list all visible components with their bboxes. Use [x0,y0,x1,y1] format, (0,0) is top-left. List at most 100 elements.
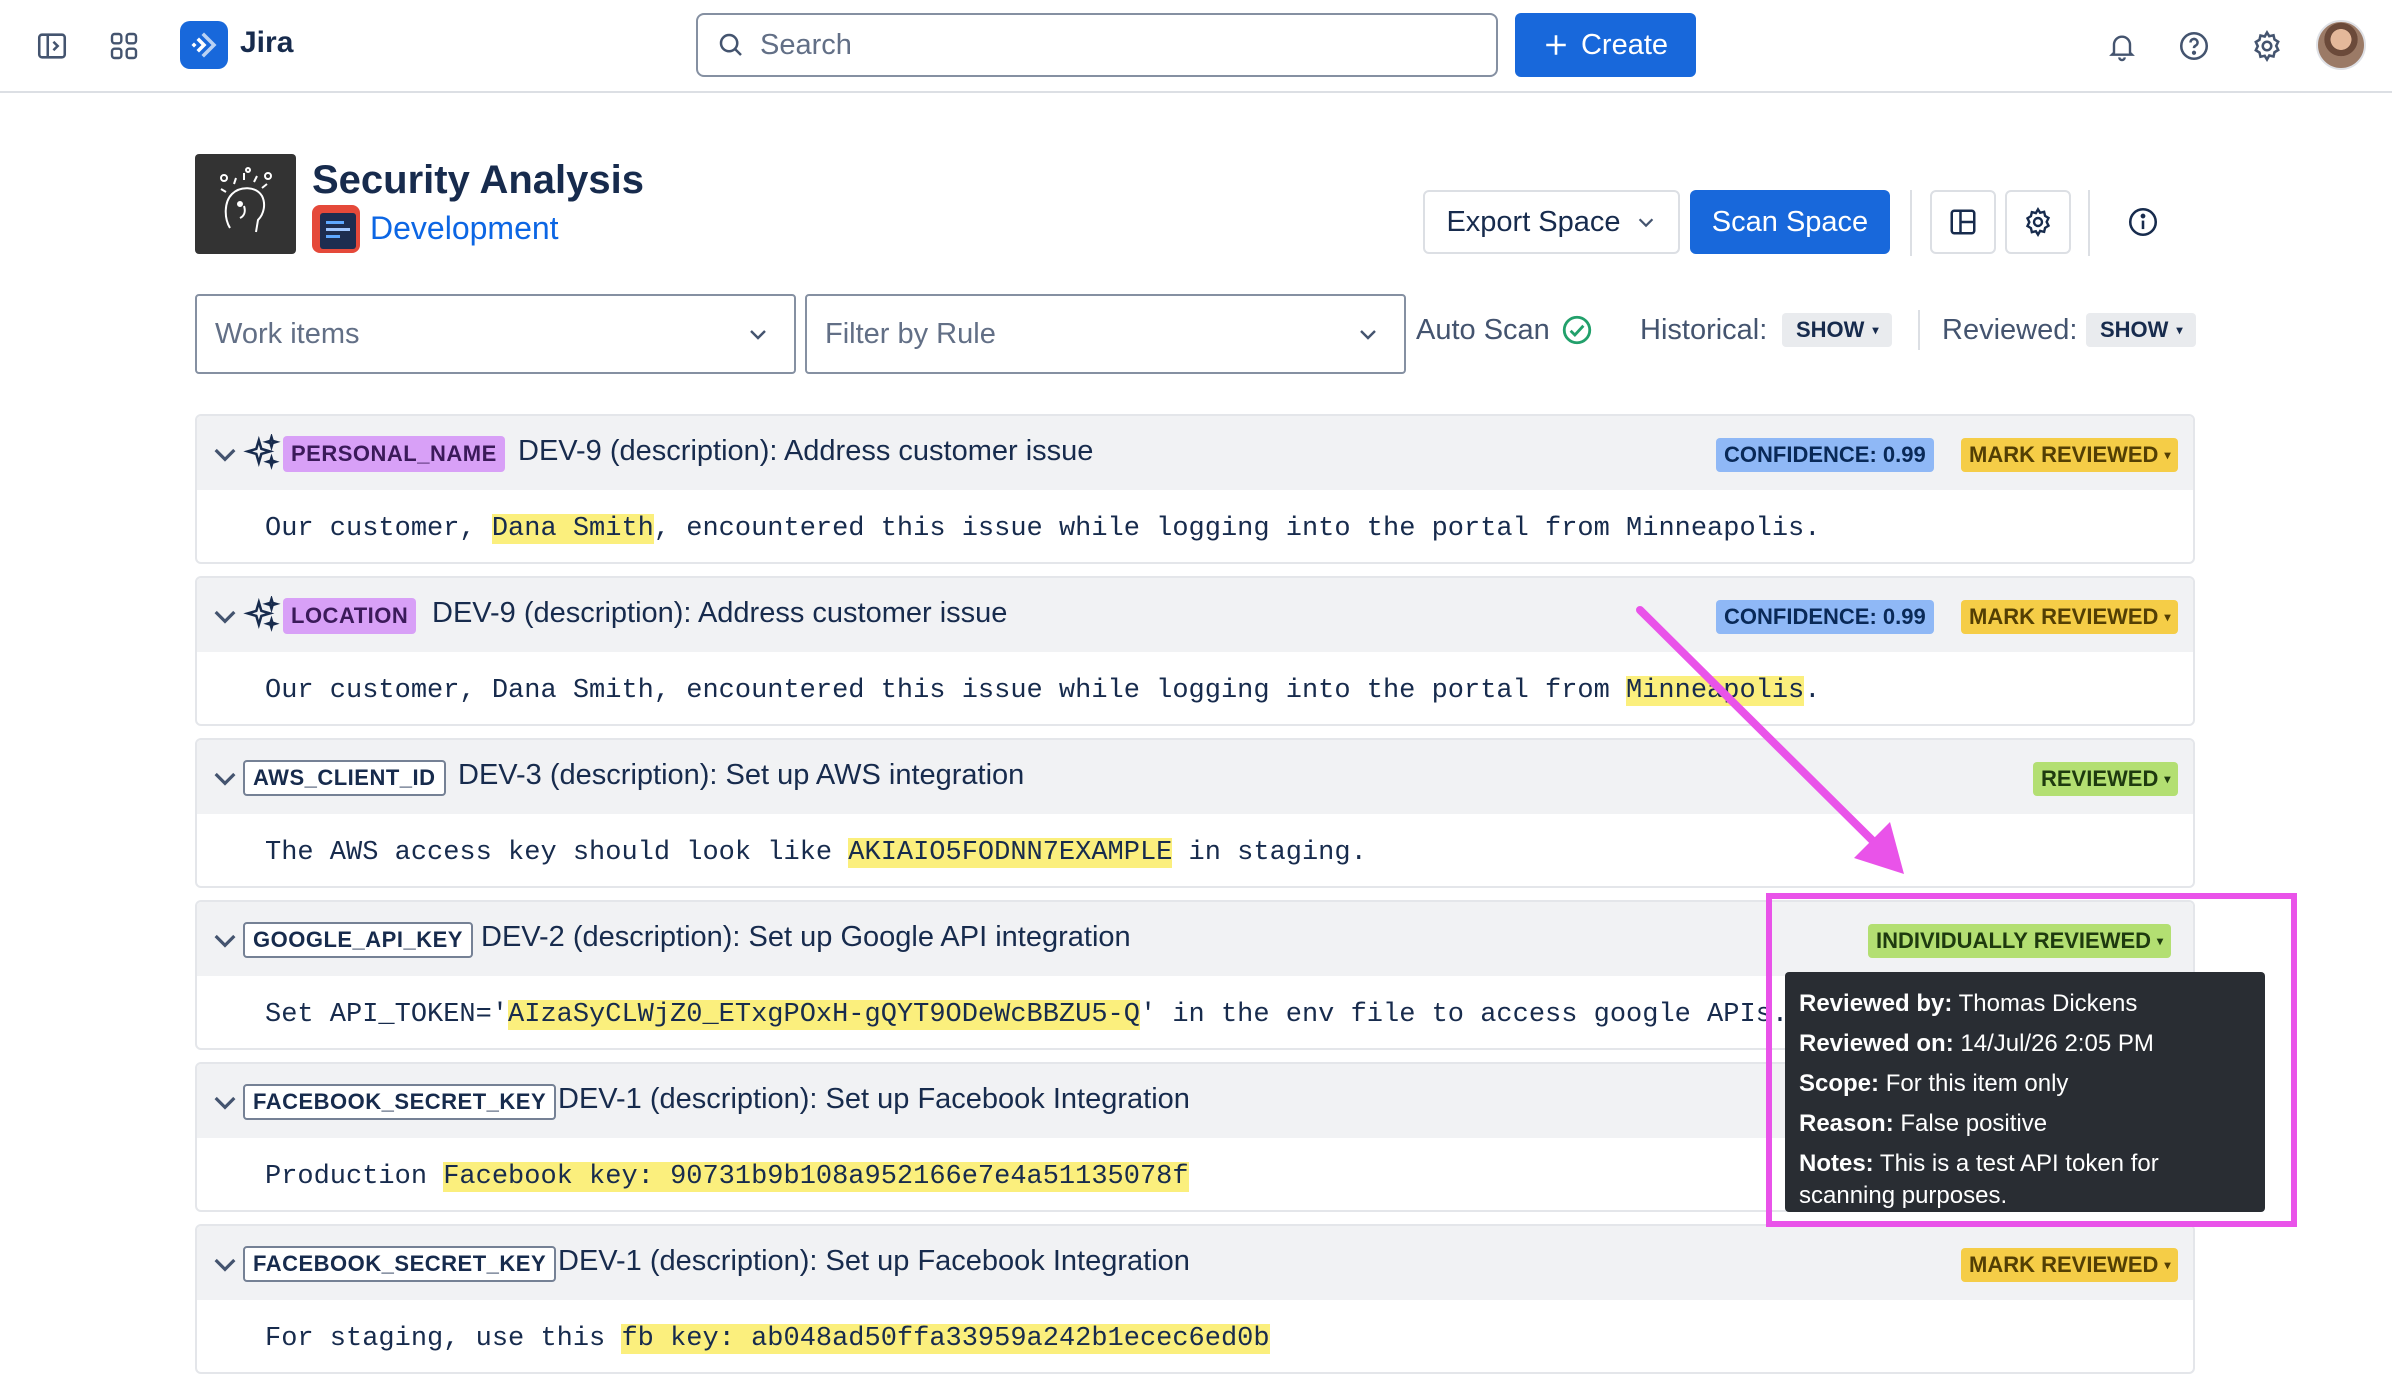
status-label: MARK REVIEWED [1969,604,2159,629]
finding-snippet: Our customer, Dana Smith, encountered th… [265,514,1820,544]
finding-title: DEV-3 (description): Set up AWS integrat… [458,759,1025,791]
finding-snippet: Our customer, Dana Smith, encountered th… [265,676,1820,706]
space-settings-button[interactable] [2005,190,2071,254]
caret-down-icon: ▾ [2176,323,2183,337]
snippet-text: For staging, use this [265,1324,622,1354]
finding-header[interactable]: AWS_CLIENT_ID DEV-3 (description): Set u… [197,740,2193,814]
finding-row: AWS_CLIENT_ID DEV-3 (description): Set u… [195,738,2195,888]
user-avatar[interactable] [2316,20,2366,70]
mark-reviewed-badge[interactable]: MARK REVIEWED ▾ [1961,1248,2179,1282]
historical-label: Historical: [1640,314,1768,346]
reviewed-toggle[interactable]: SHOW ▾ [2086,313,2197,347]
layout-toggle-button[interactable] [1930,190,1996,254]
status-label: REVIEWED [2041,766,2159,791]
snippet-match: AKIAIO5FODNN7EXAMPLE [848,838,1173,868]
chevron-down-icon[interactable] [209,924,241,956]
finding-tag: GOOGLE_API_KEY [243,922,473,958]
caret-down-icon: ▾ [2164,772,2171,786]
chevron-down-icon[interactable] [209,1248,241,1280]
finding-title: DEV-9 (description): Address customer is… [432,597,1008,629]
historical-toggle[interactable]: SHOW ▾ [1782,313,1893,347]
app-logo [195,154,296,254]
reviewed-value: SHOW [2100,317,2169,342]
chevron-down-icon[interactable] [209,762,241,794]
scan-space-button[interactable]: Scan Space [1690,190,1890,254]
search-input[interactable] [760,28,1460,62]
auto-scan-label[interactable]: Auto Scan [1416,314,1550,347]
finding-tag: PERSONAL_NAME [283,436,505,472]
divider [1910,190,1912,256]
snippet-match: Facebook key: 90731b9b108a952166e7e4a511… [443,1162,1189,1192]
snippet-text: Set API_TOKEN=' [265,1000,509,1030]
finding-snippet: For staging, use this fb key: ab048ad50f… [265,1324,1270,1354]
caret-down-icon: ▾ [1872,323,1879,337]
chevron-down-icon[interactable] [209,438,241,470]
caret-down-icon: ▾ [2164,610,2171,624]
confidence-badge: CONFIDENCE: 0.99 [1716,438,1934,472]
finding-title: DEV-1 (description): Set up Facebook Int… [558,1245,1190,1277]
caret-down-icon: ▾ [2164,448,2171,462]
snippet-text: The AWS access key should look like [265,838,849,868]
help-icon[interactable] [2170,22,2218,70]
finding-header[interactable]: LOCATION DEV-9 (description): Address cu… [197,578,2193,652]
finding-header[interactable]: FACEBOOK_SECRET_KEY DEV-1 (description):… [197,1226,2193,1300]
create-button[interactable]: Create [1515,13,1696,77]
finding-snippet: The AWS access key should look like AKIA… [265,838,1367,868]
mark-reviewed-badge[interactable]: MARK REVIEWED ▾ [1961,600,2179,634]
finding-title: DEV-1 (description): Set up Facebook Int… [558,1083,1190,1115]
finding-snippet: Production Facebook key: 90731b9b108a952… [265,1162,1189,1192]
finding-title: DEV-9 (description): Address customer is… [518,435,1094,467]
sparkle-icon [243,596,281,632]
caret-down-icon: ▾ [2164,1258,2171,1272]
rule-filter-select[interactable]: Filter by Rule [805,294,1406,374]
settings-icon [2025,206,2051,238]
finding-row: LOCATION DEV-9 (description): Address cu… [195,576,2195,726]
status-label: MARK REVIEWED [1969,442,2159,467]
plus-icon [1546,35,1566,55]
confidence-badge: CONFIDENCE: 0.99 [1716,600,1934,634]
finding-header[interactable]: PERSONAL_NAME DEV-9 (description): Addre… [197,416,2193,490]
snippet-text: . [1804,676,1821,706]
chevron-down-icon [1638,218,1653,228]
work-items-select[interactable]: Work items [195,294,796,374]
historical-value: SHOW [1796,317,1865,342]
space-link[interactable]: Development [370,210,559,247]
top-navigation: Jira Create [0,0,2392,93]
finding-tag: LOCATION [283,598,417,634]
layout-icon [1950,209,1976,235]
bell-icon[interactable] [2098,22,2146,70]
space-icon [312,205,360,253]
search-box[interactable] [696,13,1498,77]
chevron-down-icon [1360,330,1376,340]
finding-row: PERSONAL_NAME DEV-9 (description): Addre… [195,414,2195,564]
snippet-match: Dana Smith [491,514,654,544]
divider [1918,310,1920,350]
chevron-down-icon[interactable] [209,1086,241,1118]
status-label: MARK REVIEWED [1969,1252,2159,1277]
scan-space-label: Scan Space [1711,205,1869,238]
snippet-text: ' in the env file to access google APIs. [1139,1000,1789,1030]
finding-tag: FACEBOOK_SECRET_KEY [243,1084,557,1120]
reviewed-badge[interactable]: REVIEWED ▾ [2033,762,2179,796]
settings-icon[interactable] [2243,22,2291,70]
search-icon [719,33,742,56]
snippet-match: Minneapolis [1626,676,1805,706]
finding-snippet: Set API_TOKEN='AIzaSyCLWjZ0_ETxgPOxH-gQY… [265,1000,1788,1030]
mark-reviewed-badge[interactable]: MARK REVIEWED ▾ [1961,438,2179,472]
finding-tag: AWS_CLIENT_ID [243,760,446,796]
sidebar-toggle-icon[interactable] [28,22,76,70]
info-button[interactable] [2110,190,2176,254]
export-space-label: Export Space [1446,205,1621,238]
jira-logo-icon[interactable] [180,21,228,69]
snippet-text: Our customer, [265,514,492,544]
chevron-down-icon[interactable] [209,600,241,632]
check-circle-icon [1562,315,1592,345]
divider [2088,190,2090,256]
snippet-text: in staging. [1172,838,1367,868]
export-space-button[interactable]: Export Space [1423,190,1680,254]
sparkle-icon [243,434,281,470]
app-switcher-icon[interactable] [100,22,148,70]
page-title: Security Analysis [312,158,645,202]
chevron-down-icon [750,330,766,340]
app-name[interactable]: Jira [240,26,293,60]
